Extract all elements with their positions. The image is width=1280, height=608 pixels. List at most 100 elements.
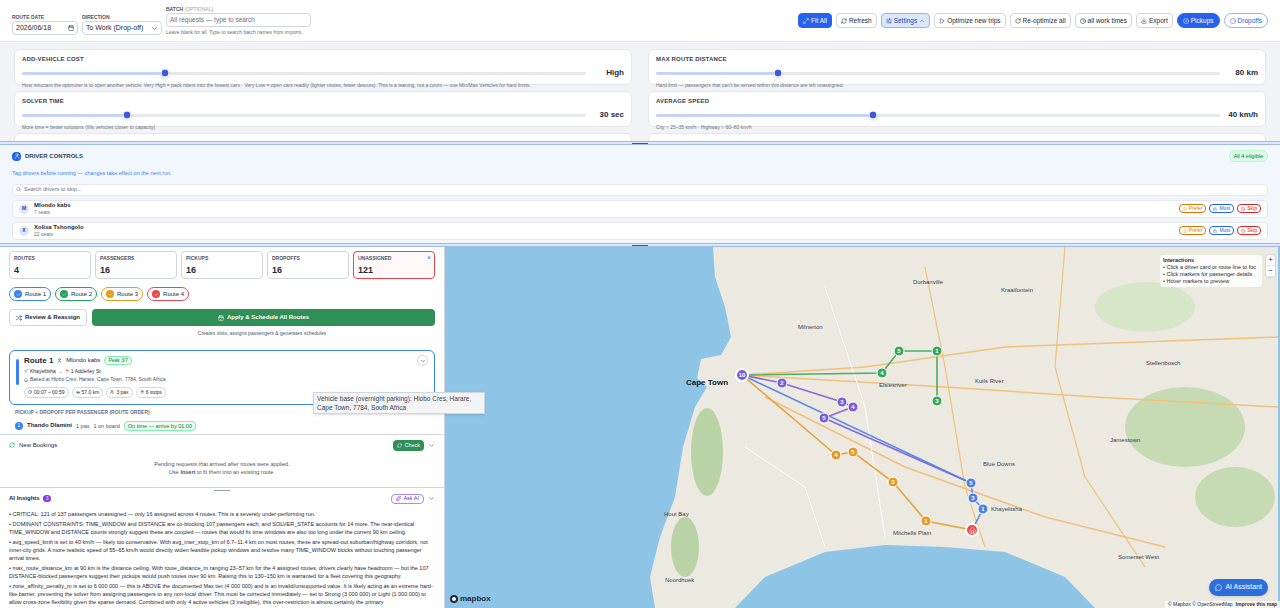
map-canvas — [445, 247, 1278, 608]
route-pill[interactable]: Route 1 — [9, 287, 51, 301]
toolbar-button[interactable]: Optimize new trips — [934, 13, 1005, 28]
chevron-down-icon — [151, 25, 158, 32]
peak-badge: Peak 3/7 — [104, 356, 132, 366]
date-input[interactable]: 2026/06/18 — [12, 21, 78, 35]
stop-marker[interactable]: 4 — [877, 368, 888, 379]
route-line[interactable] — [742, 375, 972, 530]
driver-search[interactable]: Search drivers to skip... — [12, 184, 1268, 196]
circle-icon — [1230, 18, 1236, 24]
review-button[interactable]: Review & Reassign — [9, 309, 87, 326]
check-button[interactable]: Check — [393, 440, 424, 451]
driver-tag-button[interactable]: Must — [1209, 204, 1234, 213]
stop-marker[interactable]: 5 — [894, 346, 905, 357]
stop-marker[interactable]: 4 — [831, 450, 842, 461]
check-icon — [108, 292, 113, 297]
driver-tag-button[interactable]: Must — [1209, 226, 1234, 235]
chevron-down-icon[interactable] — [428, 442, 435, 449]
ai-assistant-button[interactable]: AI Assistant — [1209, 579, 1268, 596]
check-icon — [16, 292, 21, 297]
driver-row[interactable]: XXolisa Tshongolo22 seatsPreferMustSkip — [12, 222, 1268, 240]
stop-marker[interactable]: 5 — [819, 413, 830, 424]
setting-card — [14, 133, 632, 141]
map-label: Blue Downs — [983, 460, 1015, 468]
route-pill[interactable]: Route 3 — [101, 287, 143, 301]
expand-button[interactable] — [417, 355, 428, 366]
stop-marker[interactable]: 3 — [837, 397, 848, 408]
toolbar-button[interactable]: Fit All — [798, 13, 832, 28]
chevron-down-icon[interactable] — [428, 495, 435, 502]
route-chip: 00:07 – 00:59 — [24, 387, 69, 399]
stop-marker[interactable]: 3 — [932, 396, 943, 407]
direction-select[interactable]: To Work (Drop-off) — [82, 21, 162, 35]
route-line[interactable] — [742, 375, 983, 530]
toolbar-button[interactable]: Refresh — [836, 13, 877, 28]
order-badge: 1 — [15, 422, 23, 430]
stop-marker[interactable]: 5 — [848, 447, 859, 458]
stop-marker[interactable]: 3 — [968, 493, 979, 504]
setting-card: SOLVER TIME30 secMore time = better solu… — [14, 91, 632, 127]
toolbar-button[interactable]: Re-optimize all — [1010, 13, 1071, 28]
ask-ai-button[interactable]: Ask AI — [391, 494, 424, 504]
tag-icon — [1213, 207, 1217, 211]
slider[interactable] — [22, 114, 586, 117]
route-pill[interactable]: Route 4 — [147, 287, 189, 301]
slider-fill — [22, 114, 127, 117]
driver-row[interactable]: MMlondo kabs7 seatsPreferMustSkip — [12, 200, 1268, 218]
stop-marker[interactable]: 2 — [777, 378, 788, 389]
view-toggle[interactable]: Pickups — [1177, 13, 1220, 28]
map-label: Cape Town — [686, 379, 728, 387]
check-icon — [62, 292, 67, 297]
route-chip: 6 stops — [136, 387, 166, 399]
map-label: Kraaifontein — [1001, 286, 1033, 294]
passenger-row[interactable]: 1Thando Dlamini1 pax1 on boardOn time — … — [9, 421, 435, 431]
stop-marker[interactable]: 1 — [978, 504, 989, 515]
map-label: Somerset West — [1118, 553, 1159, 561]
tag-icon — [1183, 229, 1187, 233]
hub-marker[interactable]: 10 — [735, 368, 749, 382]
home-marker[interactable] — [965, 523, 979, 537]
new-bookings: New BookingsCheckPending requests that a… — [0, 434, 444, 488]
route-pill[interactable]: Route 2 — [55, 287, 97, 301]
slider[interactable] — [22, 72, 586, 75]
map[interactable]: DurbanvilleKraaifonteinMilnertonCape Tow… — [445, 247, 1280, 608]
slider-thumb[interactable] — [774, 69, 783, 78]
check-icon — [154, 292, 159, 297]
slider[interactable] — [656, 114, 1220, 117]
sparkles-icon — [396, 496, 401, 501]
button-icon — [803, 18, 809, 24]
slider-thumb[interactable] — [869, 111, 878, 120]
stop-marker[interactable]: 4 — [848, 402, 859, 413]
apply-button[interactable]: Apply & Schedule All Routes — [92, 309, 435, 326]
dismiss-button[interactable]: × — [427, 253, 431, 264]
stat-card: UNASSIGNED121× — [353, 251, 435, 279]
driver-tag-button[interactable]: Prefer — [1179, 226, 1207, 235]
eligible-badge: All 4 eligible — [1229, 150, 1268, 162]
slider-thumb[interactable] — [123, 111, 132, 120]
toolbar-button[interactable]: Export — [1136, 13, 1173, 28]
stop-marker[interactable]: 1 — [932, 346, 943, 357]
check-circle — [106, 290, 114, 298]
bookings-icon — [9, 442, 15, 448]
slider-thumb[interactable] — [161, 69, 170, 78]
driver-tag-button[interactable]: Skip — [1237, 204, 1261, 213]
stop-marker[interactable]: 3 — [888, 477, 899, 488]
driver-tag-button[interactable]: Prefer — [1179, 204, 1207, 213]
stat-card: ROUTES4 — [9, 251, 91, 279]
zoom-button[interactable]: − — [1266, 266, 1275, 277]
driver-tag-button[interactable]: Skip — [1237, 226, 1261, 235]
batch-input[interactable]: All requests — type to search — [166, 13, 311, 27]
map-label: Mitchells Plain — [893, 529, 931, 537]
route-chip: 3 pax — [106, 387, 132, 399]
toolbar-button[interactable]: all work times — [1075, 13, 1132, 28]
map-label: Stellenbosch — [1146, 359, 1180, 367]
route-line[interactable] — [742, 351, 937, 401]
toolbar-button[interactable]: Settings — [881, 13, 931, 28]
chevron-up-icon — [919, 18, 925, 24]
slider[interactable] — [656, 72, 1220, 75]
chip-icon — [28, 390, 32, 394]
view-toggle[interactable]: Dropoffs — [1224, 13, 1268, 28]
stop-marker[interactable]: 1 — [921, 516, 932, 527]
zoom-button[interactable]: + — [1266, 255, 1275, 266]
map-label: Khayelitsha — [991, 505, 1022, 513]
stop-marker[interactable]: 5 — [966, 478, 977, 489]
